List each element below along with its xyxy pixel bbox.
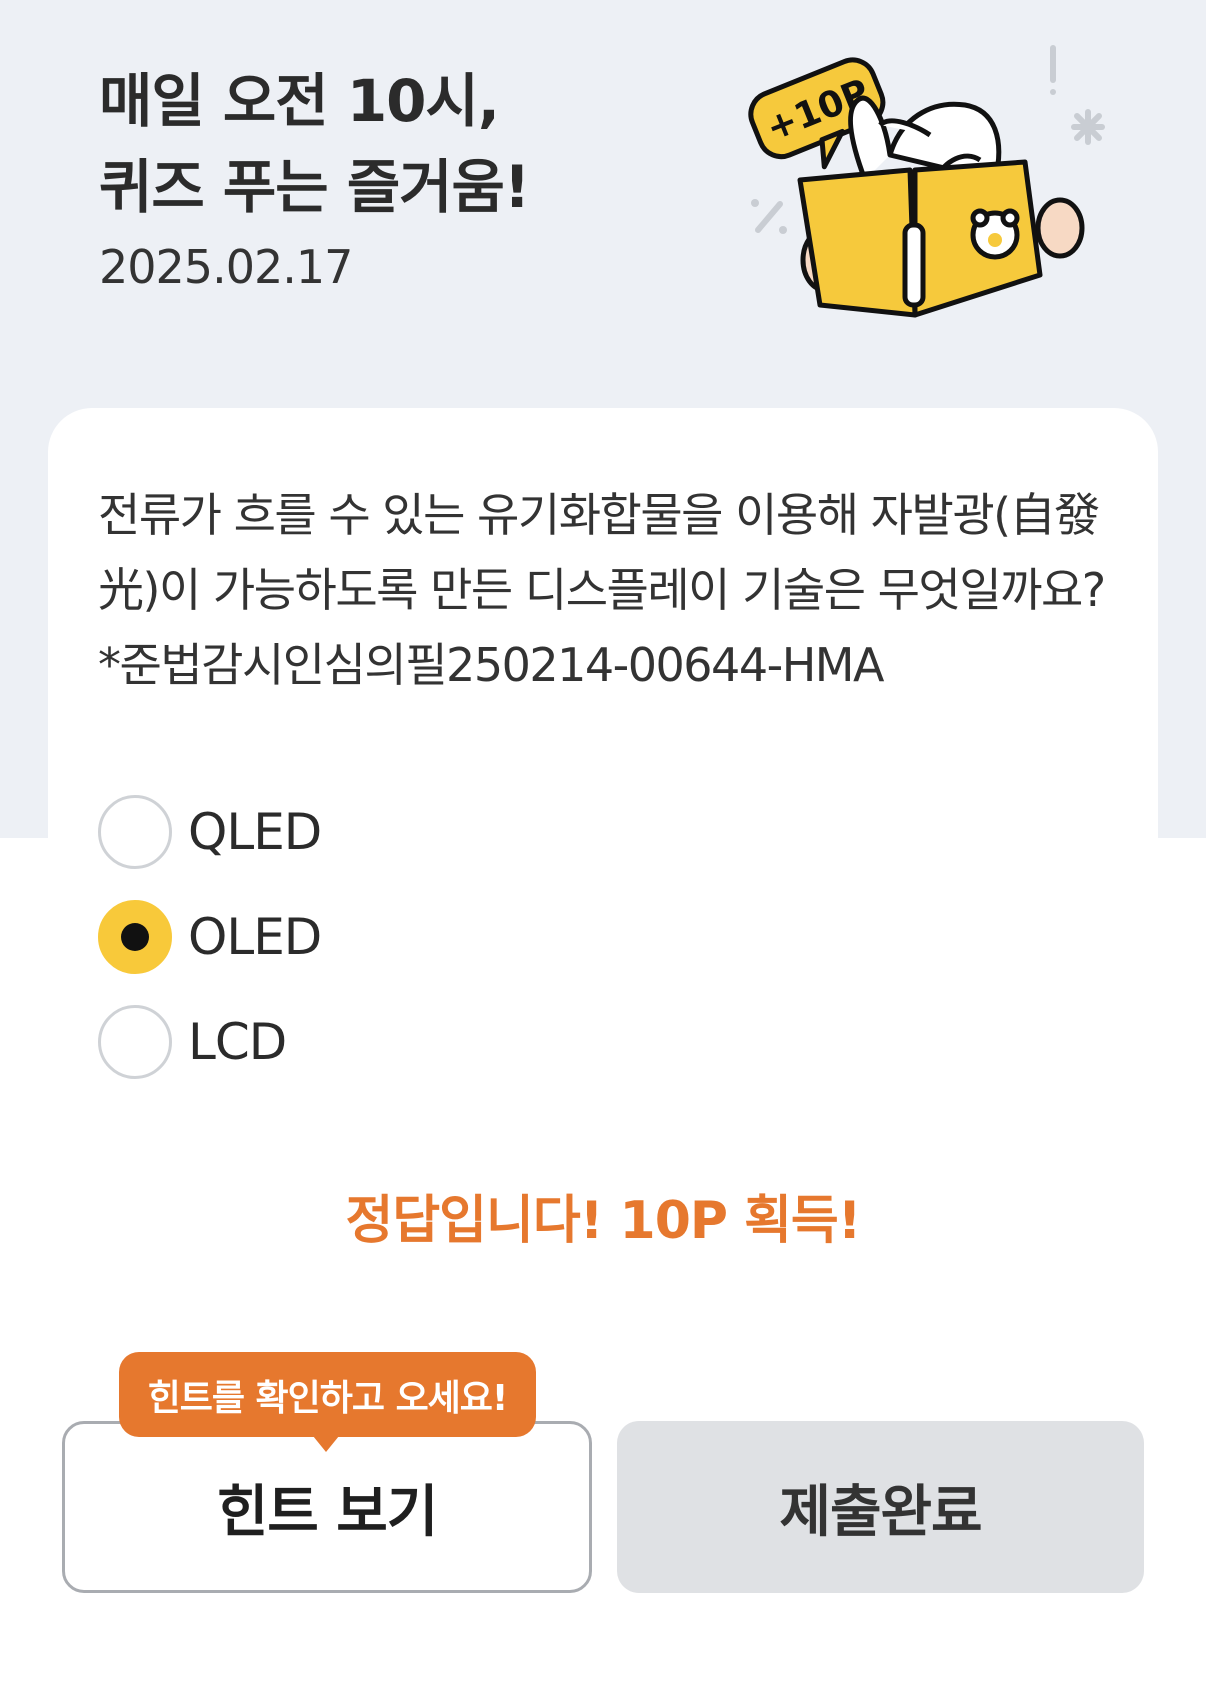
- option-qled[interactable]: QLED: [98, 795, 322, 869]
- option-label: LCD: [188, 1013, 287, 1071]
- hint-button-label: 힌트 보기: [216, 1479, 439, 1545]
- submit-button-label: 제출완료: [779, 1479, 982, 1545]
- submit-button[interactable]: 제출완료: [617, 1421, 1144, 1593]
- hint-tooltip-text: 힌트를 확인하고 오세요!: [147, 1377, 509, 1419]
- radio-button-selected[interactable]: [98, 900, 172, 974]
- result-message: 정답입니다! 10P 획득!: [345, 1191, 862, 1251]
- quiz-date: 2025.02.17: [99, 240, 353, 294]
- quiz-question: 전류가 흐를 수 있는 유기화합물을 이용해 자발광(自發光)이 가능하도록 만…: [98, 488, 1106, 692]
- book-icon: [797, 159, 1043, 318]
- option-lcd[interactable]: LCD: [98, 1005, 287, 1079]
- radio-button[interactable]: [98, 795, 172, 869]
- rabbit-reading-book-illustration: +10P: [748, 45, 1105, 318]
- option-oled[interactable]: OLED: [98, 900, 322, 974]
- hint-tooltip-tail: [313, 1436, 339, 1452]
- title-line-1: 매일 오전 10시,: [99, 67, 500, 135]
- radio-button[interactable]: [98, 1005, 172, 1079]
- hint-tooltip: 힌트를 확인하고 오세요!: [119, 1352, 536, 1437]
- page-title: 매일 오전 10시, 퀴즈 푸는 즐거움!: [99, 58, 530, 230]
- option-label: OLED: [188, 908, 322, 966]
- title-line-2: 퀴즈 푸는 즐거움!: [99, 153, 530, 221]
- option-label: QLED: [188, 803, 322, 861]
